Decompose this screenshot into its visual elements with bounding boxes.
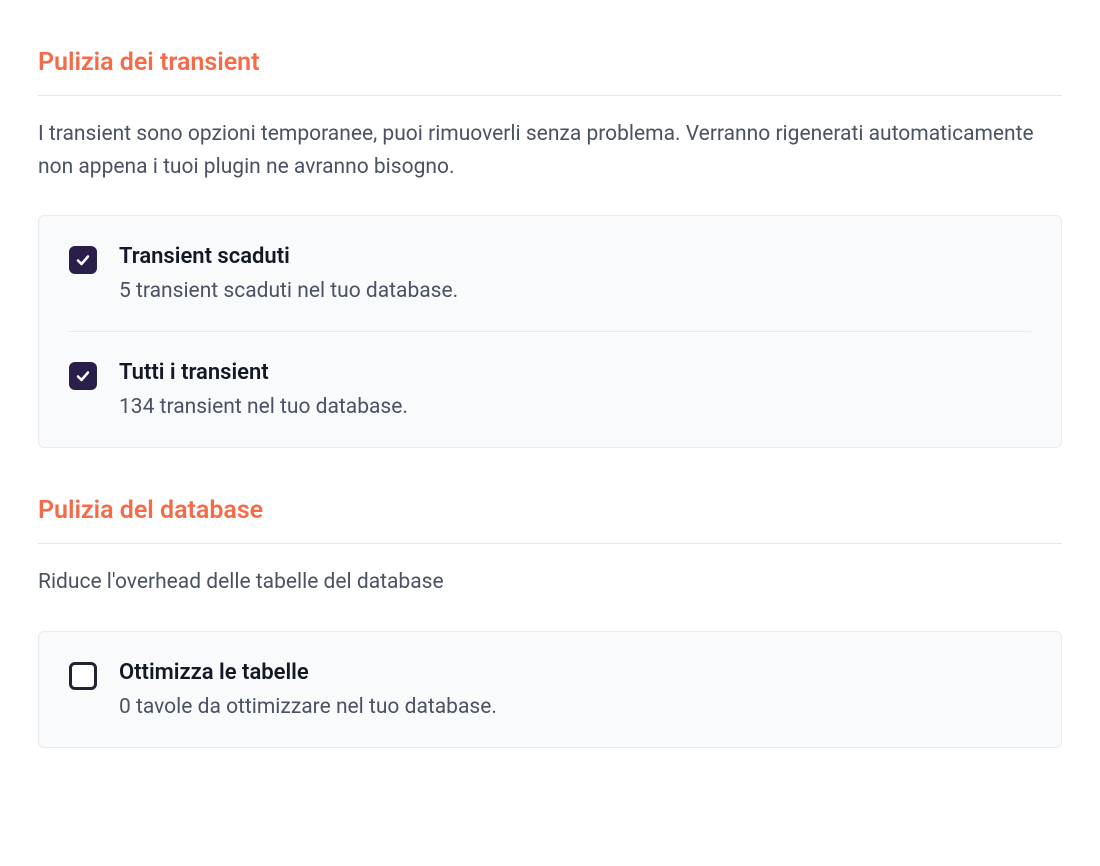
option-row-expired-transients: Transient scaduti 5 transient scaduti ne…: [69, 216, 1031, 332]
option-sublabel-all-transients: 134 transient nel tuo database.: [119, 395, 1031, 419]
check-icon: [75, 368, 91, 384]
section-database-description: Riduce l'overhead delle tabelle del data…: [38, 566, 1062, 599]
checkbox-expired-transients[interactable]: [69, 246, 97, 274]
section-database: Pulizia del database Riduce l'overhead d…: [38, 448, 1062, 748]
option-text-expired-transients: Transient scaduti 5 transient scaduti ne…: [119, 244, 1031, 303]
option-label-optimize-tables: Ottimizza le tabelle: [119, 660, 1031, 685]
section-database-heading: Pulizia del database: [38, 496, 1062, 544]
checkbox-all-transients[interactable]: [69, 362, 97, 390]
option-sublabel-expired-transients: 5 transient scaduti nel tuo database.: [119, 279, 1031, 303]
option-row-optimize-tables: Ottimizza le tabelle 0 tavole da ottimiz…: [69, 632, 1031, 747]
option-text-optimize-tables: Ottimizza le tabelle 0 tavole da ottimiz…: [119, 660, 1031, 719]
section-transients-description: I transient sono opzioni temporanee, puo…: [38, 118, 1062, 183]
section-transients-heading: Pulizia dei transient: [38, 48, 1062, 96]
option-sublabel-optimize-tables: 0 tavole da ottimizzare nel tuo database…: [119, 695, 1031, 719]
section-transients: Pulizia dei transient I transient sono o…: [38, 0, 1062, 448]
option-label-expired-transients: Transient scaduti: [119, 244, 1031, 269]
option-row-all-transients: Tutti i transient 134 transient nel tuo …: [69, 332, 1031, 447]
check-icon: [75, 252, 91, 268]
option-label-all-transients: Tutti i transient: [119, 360, 1031, 385]
checkbox-optimize-tables[interactable]: [69, 662, 97, 690]
transients-options-box: Transient scaduti 5 transient scaduti ne…: [38, 215, 1062, 448]
database-options-box: Ottimizza le tabelle 0 tavole da ottimiz…: [38, 631, 1062, 748]
option-text-all-transients: Tutti i transient 134 transient nel tuo …: [119, 360, 1031, 419]
